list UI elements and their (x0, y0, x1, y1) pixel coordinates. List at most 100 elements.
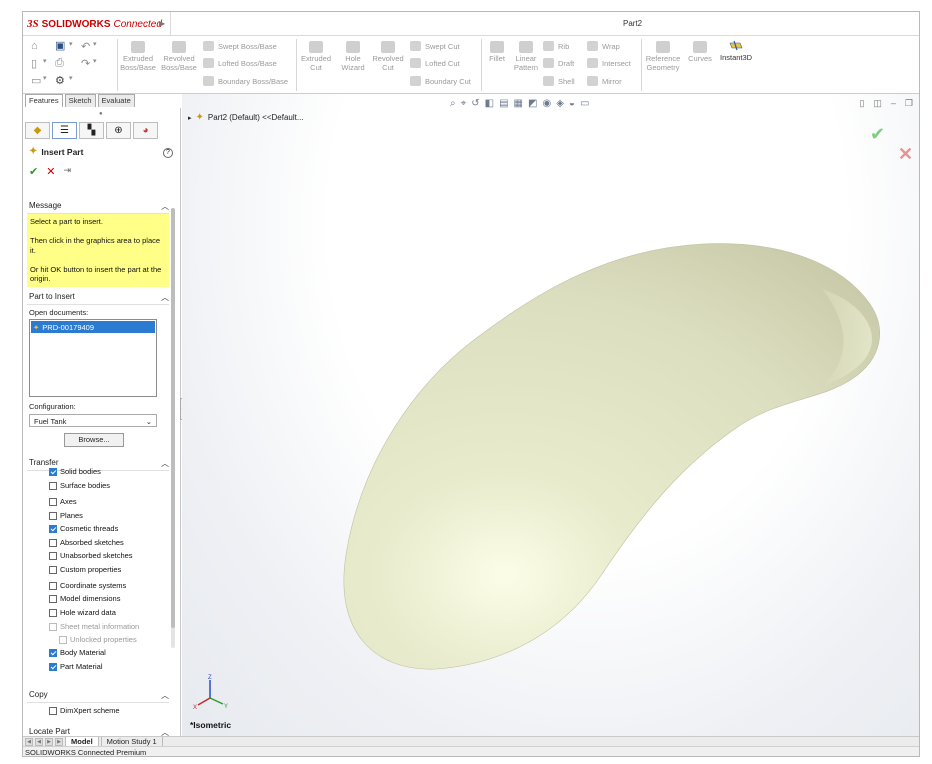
checkbox-unabsorbed-sketches[interactable]: Unabsorbed sketches (49, 551, 133, 560)
pushpin-icon[interactable]: ⇥ (63, 165, 71, 178)
rib-button[interactable]: Rib (543, 41, 569, 51)
checkbox-box[interactable] (49, 497, 57, 506)
checkbox-box[interactable] (49, 594, 57, 603)
configuration-manager-icon[interactable]: ▚ (79, 122, 104, 139)
chevron-up-icon[interactable]: ︿ (161, 201, 169, 213)
message-section-header[interactable]: Message ︿ (27, 201, 169, 214)
open-documents-list[interactable]: ✦ PRD-00179409 (29, 319, 157, 397)
ok-check-icon[interactable]: ✔ (29, 165, 38, 178)
checkbox-custom-properties[interactable]: Custom properties (49, 565, 121, 574)
tab-model[interactable]: Model (65, 736, 99, 747)
panel-collapse-handle[interactable]: ● (99, 111, 103, 117)
lofted-cut-button[interactable]: Lofted Cut (410, 58, 460, 68)
tab-sketch[interactable]: Sketch (64, 94, 96, 107)
graphics-area[interactable]: ▸ ✦ Part2 (Default) <<Default... ⌕ ⌖ ↺ ◧… (182, 94, 919, 736)
solidworks-logo[interactable]: 3S SOLIDWORKS Connected (27, 17, 162, 31)
chevron-up-icon[interactable]: ︿ (161, 690, 169, 702)
hole-wizard-button[interactable]: Hole Wizard (336, 41, 370, 72)
save-dropdown-icon[interactable]: ▾ (69, 40, 73, 48)
checkbox-box[interactable] (49, 608, 57, 617)
wrap-button[interactable]: Wrap (587, 41, 620, 51)
fillet-button[interactable]: Fillet (484, 41, 510, 63)
browse-button[interactable]: Browse... (64, 433, 124, 447)
configuration-select[interactable]: Fuel Tank ⌄ (29, 414, 157, 427)
checkbox-box[interactable] (49, 511, 57, 520)
checkbox-dimxpert-scheme[interactable]: DimXpert scheme (49, 706, 120, 715)
draft-button[interactable]: Draft (543, 58, 574, 68)
chevron-up-icon[interactable]: ︿ (161, 292, 169, 304)
checkbox-hole-wizard-data[interactable]: Hole wizard data (49, 608, 116, 617)
options-dropdown-icon[interactable]: ▾ (69, 74, 73, 82)
revolved-cut-button[interactable]: Revolved Cut (370, 41, 406, 72)
open-icon[interactable]: ▭ (31, 74, 41, 87)
checkbox-planes[interactable]: Planes (49, 511, 83, 520)
lofted-boss-button[interactable]: Lofted Boss/Base (203, 58, 277, 68)
model-viewport[interactable] (182, 94, 919, 736)
checkbox-solid-bodies[interactable]: Solid bodies (49, 467, 101, 476)
undo-icon[interactable]: ↶ (81, 40, 90, 53)
options-gear-icon[interactable]: ⚙ (55, 74, 65, 87)
checkbox-box[interactable] (49, 581, 57, 590)
linear-pattern-button[interactable]: Linear Pattern (512, 41, 540, 72)
mirror-button[interactable]: Mirror (587, 76, 622, 86)
property-manager-icon[interactable]: ☰ (52, 122, 77, 139)
revolved-boss-button[interactable]: Revolved Boss/Base (161, 41, 197, 72)
checkbox-cosmetic-threads[interactable]: Cosmetic threads (49, 524, 118, 533)
checkbox-surface-bodies[interactable]: Surface bodies (49, 481, 110, 490)
help-icon[interactable]: ? (163, 148, 173, 158)
checkbox-box[interactable] (49, 524, 57, 533)
panel-scrollbar[interactable] (171, 208, 175, 648)
cancel-x-icon[interactable]: ✕ (46, 165, 55, 178)
intersect-button[interactable]: Intersect (587, 58, 631, 68)
checkbox-box[interactable] (49, 706, 57, 715)
open-dropdown-icon[interactable]: ▾ (43, 74, 47, 82)
save-icon[interactable]: ▣ (55, 39, 65, 52)
checkbox-body-material[interactable]: Body Material (49, 648, 106, 657)
feature-manager-icon[interactable]: ◆ (25, 122, 50, 139)
fuel-tank-model[interactable] (343, 243, 880, 670)
first-tab-arrow-icon[interactable]: ◀ (25, 737, 33, 746)
tab-evaluate[interactable]: Evaluate (97, 94, 135, 107)
checkbox-axes[interactable]: Axes (49, 497, 77, 506)
part-to-insert-header[interactable]: Part to Insert ︿ (27, 292, 169, 305)
copy-header[interactable]: Copy ︿ (27, 690, 169, 703)
tab-features[interactable]: Features (25, 94, 63, 107)
checkbox-model-dimensions[interactable]: Model dimensions (49, 594, 120, 603)
menu-expand-arrow-icon[interactable]: ▶ (159, 19, 165, 28)
home-icon[interactable]: ⌂ (31, 40, 38, 52)
display-manager-icon[interactable]: ◕ (133, 122, 158, 139)
checkbox-box[interactable] (49, 481, 57, 490)
undo-dropdown-icon[interactable]: ▾ (93, 40, 97, 48)
swept-cut-button[interactable]: Swept Cut (410, 41, 460, 51)
list-item[interactable]: ✦ PRD-00179409 (31, 321, 155, 333)
new-document-icon[interactable]: ▯ (31, 57, 37, 70)
checkbox-absorbed-sketches[interactable]: Absorbed sketches (49, 538, 124, 547)
prev-tab-arrow-icon[interactable]: ◀ (35, 737, 43, 746)
checkbox-coordinate-systems[interactable]: Coordinate systems (49, 581, 126, 590)
tab-motion-study[interactable]: Motion Study 1 (100, 736, 163, 747)
extruded-cut-button[interactable]: Extruded Cut (299, 41, 333, 72)
checkbox-box[interactable] (49, 538, 57, 547)
checkbox-box[interactable] (49, 467, 57, 476)
dimxpert-manager-icon[interactable]: ⊕ (106, 122, 131, 139)
boundary-boss-button[interactable]: Boundary Boss/Base (203, 76, 288, 86)
checkbox-box[interactable] (49, 565, 57, 574)
next-tab-arrow-icon[interactable]: ▶ (45, 737, 53, 746)
checkbox-box[interactable] (49, 662, 57, 671)
redo-icon[interactable]: ↷ (81, 57, 90, 70)
scrollbar-thumb[interactable] (171, 208, 175, 628)
chevron-up-icon[interactable]: ︿ (161, 458, 169, 470)
new-dropdown-icon[interactable]: ▾ (43, 57, 47, 65)
instant3d-button[interactable]: Instant3D (720, 40, 752, 62)
curves-button[interactable]: Curves (686, 41, 714, 63)
checkbox-part-material[interactable]: Part Material (49, 662, 103, 671)
checkbox-box[interactable] (49, 551, 57, 560)
redo-dropdown-icon[interactable]: ▾ (93, 57, 97, 65)
swept-boss-button[interactable]: Swept Boss/Base (203, 41, 277, 51)
reference-geometry-button[interactable]: Reference Geometry (643, 41, 683, 72)
extruded-boss-button[interactable]: Extruded Boss/Base (120, 41, 156, 72)
shell-button[interactable]: Shell (543, 76, 575, 86)
checkbox-box[interactable] (49, 648, 57, 657)
boundary-cut-button[interactable]: Boundary Cut (410, 76, 471, 86)
last-tab-arrow-icon[interactable]: ▶ (55, 737, 63, 746)
